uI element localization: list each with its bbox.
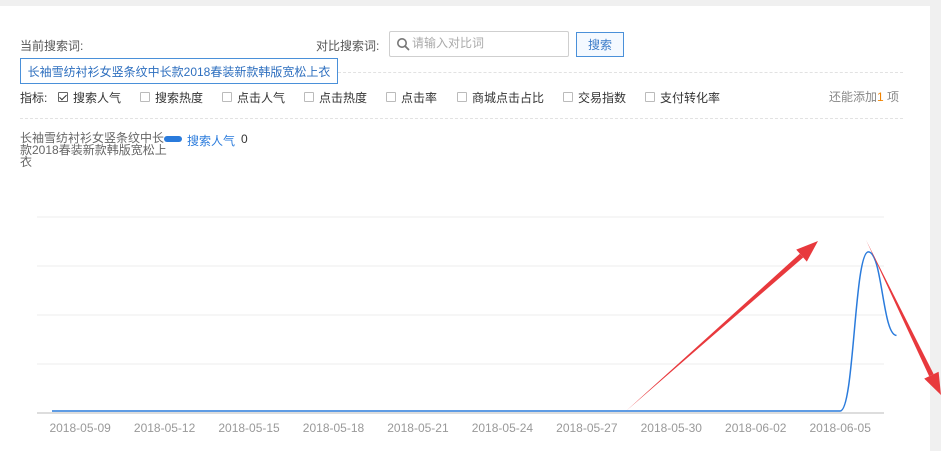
annotation-arrow-down [866, 240, 941, 395]
x-tick-label: 2018-05-09 [49, 421, 111, 435]
x-tick-label: 2018-05-12 [134, 421, 196, 435]
x-tick-label: 2018-06-02 [725, 421, 787, 435]
x-tick-label: 2018-05-15 [218, 421, 280, 435]
x-tick-label: 2018-05-21 [387, 421, 449, 435]
series-line[interactable] [51, 251, 897, 412]
x-tick-label: 2018-05-27 [556, 421, 618, 435]
x-tick-label: 2018-05-24 [472, 421, 534, 435]
trend-chart: 2018-05-09 2018-05-12 2018-05-15 2018-05-18… [37, 216, 941, 435]
x-tick-label: 2018-05-18 [303, 421, 365, 435]
x-tick-label: 2018-05-30 [641, 421, 703, 435]
x-tick-label: 2018-06-05 [810, 421, 872, 435]
